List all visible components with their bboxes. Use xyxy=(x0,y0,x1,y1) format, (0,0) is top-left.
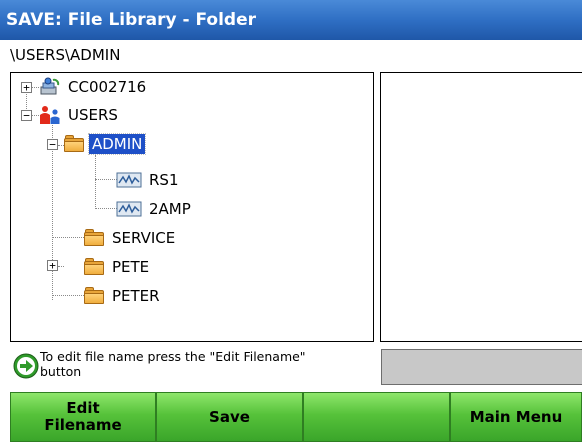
tree-node-label: 2AMP xyxy=(149,200,191,218)
tree-node-pete[interactable]: PETE xyxy=(83,256,152,278)
tree-node-computer[interactable]: CC002716 xyxy=(39,76,149,98)
save-button[interactable]: Save xyxy=(156,392,303,442)
tree-node-label: CC002716 xyxy=(68,78,147,96)
tree-node-label: RS1 xyxy=(149,171,179,189)
current-path: \USERS\ADMIN xyxy=(0,40,582,70)
collapse-icon[interactable]: − xyxy=(21,110,32,121)
tree-connector xyxy=(95,208,117,209)
tree-connector xyxy=(52,237,84,238)
folder-icon xyxy=(63,134,85,154)
main-menu-button[interactable]: Main Menu xyxy=(450,392,582,442)
tree-node-label: PETER xyxy=(112,287,160,305)
tree-connector xyxy=(31,115,39,116)
tree-node-peter[interactable]: PETER xyxy=(83,285,163,307)
tree-node-label: ADMIN xyxy=(87,133,147,155)
tree-node-label: USERS xyxy=(68,106,118,124)
edit-filename-button[interactable]: Edit Filename xyxy=(10,392,156,442)
blank-softkey-button[interactable] xyxy=(303,392,450,442)
window-title: SAVE: File Library - Folder xyxy=(0,0,582,40)
tree-node-label: SERVICE xyxy=(112,229,176,247)
tree-connector xyxy=(58,266,64,267)
tree-connector xyxy=(52,125,53,300)
arrow-right-circle-icon xyxy=(13,353,39,379)
tree-connector xyxy=(95,179,117,180)
tree-node-users[interactable]: USERS xyxy=(39,104,121,126)
folder-icon xyxy=(83,228,105,248)
tree-node-admin[interactable]: ADMIN xyxy=(63,133,147,155)
tree-node-rs1[interactable]: RS1 xyxy=(116,169,182,191)
file-list-pane[interactable] xyxy=(380,72,582,342)
expand-icon[interactable]: + xyxy=(21,82,32,93)
users-icon xyxy=(40,106,60,124)
computer-network-icon xyxy=(40,77,60,95)
tree-connector xyxy=(31,87,39,88)
expand-icon[interactable]: + xyxy=(47,260,58,271)
softkey-bar: Edit Filename Save Main Menu xyxy=(0,392,582,442)
tree-connector xyxy=(52,295,84,296)
folder-tree[interactable]: + − − + CC002716 USERS ADMIN RS1 2AMP SE… xyxy=(10,72,374,342)
status-message: To edit file name press the "Edit Filena… xyxy=(40,349,306,379)
waveform-file-icon xyxy=(116,172,142,188)
folder-icon xyxy=(83,257,105,277)
tree-node-label: PETE xyxy=(112,258,150,276)
waveform-file-icon xyxy=(116,201,142,217)
tree-node-service[interactable]: SERVICE xyxy=(83,227,178,249)
tree-node-2amp[interactable]: 2AMP xyxy=(116,198,194,220)
tree-connector xyxy=(95,155,96,209)
folder-icon xyxy=(83,286,105,306)
collapse-icon[interactable]: − xyxy=(47,139,58,150)
filename-display-field xyxy=(381,349,582,385)
